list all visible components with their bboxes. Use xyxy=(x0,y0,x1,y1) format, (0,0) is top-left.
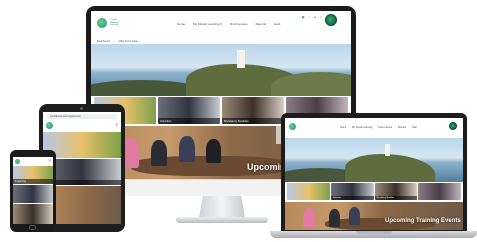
phone-tile-1[interactable]: E-learning xyxy=(13,166,53,184)
site-logo[interactable] xyxy=(289,123,296,130)
site-header: Central Midlands Learning Home My Kinetic … xyxy=(91,11,351,37)
banner-person xyxy=(206,139,221,163)
tile-mandatory[interactable]: Mandatory Modules xyxy=(222,97,284,124)
events-banner[interactable]: Upcoming Training Events xyxy=(285,202,463,230)
address-bar[interactable]: centralmod.learningpool.com xyxy=(47,114,117,119)
search-icon[interactable]: ⌕ xyxy=(308,15,310,19)
tile-mandatory[interactable]: Mandatory Modules xyxy=(374,183,418,200)
nav-help[interactable]: Help xyxy=(412,127,417,129)
breadcrumb: Dashboard › Main home page xyxy=(97,40,138,43)
hero-image xyxy=(285,138,463,182)
nav-reports[interactable]: Reports xyxy=(398,127,406,129)
nav-my-learning[interactable]: My Kinetic Learning xyxy=(352,127,372,129)
nav-help[interactable]: Help xyxy=(274,22,280,26)
tile-1[interactable] xyxy=(287,183,330,200)
nav-my-learning-label: My Kinetic Learning xyxy=(193,22,220,26)
tablet-camera xyxy=(80,107,83,110)
nav-find-courses[interactable]: Find Courses xyxy=(230,22,248,26)
site-logo[interactable] xyxy=(15,159,20,164)
site-logo[interactable] xyxy=(97,18,107,28)
bell-icon[interactable]: ● xyxy=(314,15,316,19)
breadcrumb-dashboard[interactable]: Dashboard xyxy=(97,40,110,43)
nav-reports[interactable]: Reports xyxy=(256,22,267,26)
phone-tile-induction[interactable] xyxy=(13,185,53,203)
phone: ≡ E-learning xyxy=(10,150,56,232)
banner-person xyxy=(151,140,167,166)
tile-label: Induction xyxy=(330,196,374,200)
breadcrumb-current: Main home page xyxy=(118,40,138,43)
hero-image xyxy=(91,44,351,96)
banner-person xyxy=(329,209,340,227)
laptop-notch xyxy=(356,231,392,234)
grid-icon[interactable]: ▦ xyxy=(302,15,305,19)
nav-find-courses[interactable]: Find Courses xyxy=(378,127,392,129)
nav-home[interactable]: Home xyxy=(340,127,346,129)
main-nav: Home My Kinetic Learning ▾ Find Courses … xyxy=(177,22,280,26)
home-button[interactable] xyxy=(29,225,36,230)
nav-home[interactable]: Home xyxy=(177,22,185,26)
site-logo[interactable] xyxy=(46,122,53,129)
phone-tile-3[interactable] xyxy=(13,204,53,224)
monitor-stand xyxy=(199,196,245,218)
phone-screen: ≡ E-learning xyxy=(13,157,53,224)
header-tools: ▦ ⌕ ● ▪ xyxy=(302,15,321,19)
chat-icon[interactable]: ▪ xyxy=(320,15,321,19)
banner-person xyxy=(349,207,360,225)
tile-label: E-learning xyxy=(13,179,53,184)
device-showcase: Central Midlands Learning Home My Kinetic … xyxy=(0,0,477,242)
tile-label: Mandatory Modules xyxy=(222,118,284,124)
laptop-screen: Home My Kinetic Learning Find Courses Re… xyxy=(285,118,463,230)
tile-4[interactable] xyxy=(418,183,461,200)
crest-icon xyxy=(325,14,337,26)
hero-island xyxy=(345,154,435,182)
banner-title: Upcoming Training Events xyxy=(385,218,461,224)
menu-icon[interactable]: ≡ xyxy=(116,122,118,127)
monitor-base xyxy=(176,217,268,223)
banner-person xyxy=(179,136,195,162)
tile-induction[interactable]: Induction xyxy=(158,97,220,124)
tile-induction[interactable]: Induction xyxy=(330,183,374,200)
hero-lighthouse xyxy=(237,50,245,68)
logo-lettering: Central Midlands Learning xyxy=(110,19,119,27)
laptop-nav: Home My Kinetic Learning Find Courses Re… xyxy=(340,127,417,129)
crest-icon xyxy=(449,122,457,130)
hero-lighthouse xyxy=(385,144,390,156)
breadcrumb-separator: › xyxy=(113,40,115,43)
banner-title: Upcomin xyxy=(247,162,286,172)
banner-person xyxy=(303,208,315,228)
menu-icon[interactable]: ≡ xyxy=(49,158,51,163)
course-tiles: Induction Mandatory Modules xyxy=(287,183,461,200)
laptop: Home My Kinetic Learning Find Courses Re… xyxy=(281,113,467,231)
tile-label: Mandatory Modules xyxy=(374,196,418,200)
nav-my-learning[interactable]: My Kinetic Learning ▾ xyxy=(193,22,222,26)
tile-label: Induction xyxy=(158,118,220,124)
